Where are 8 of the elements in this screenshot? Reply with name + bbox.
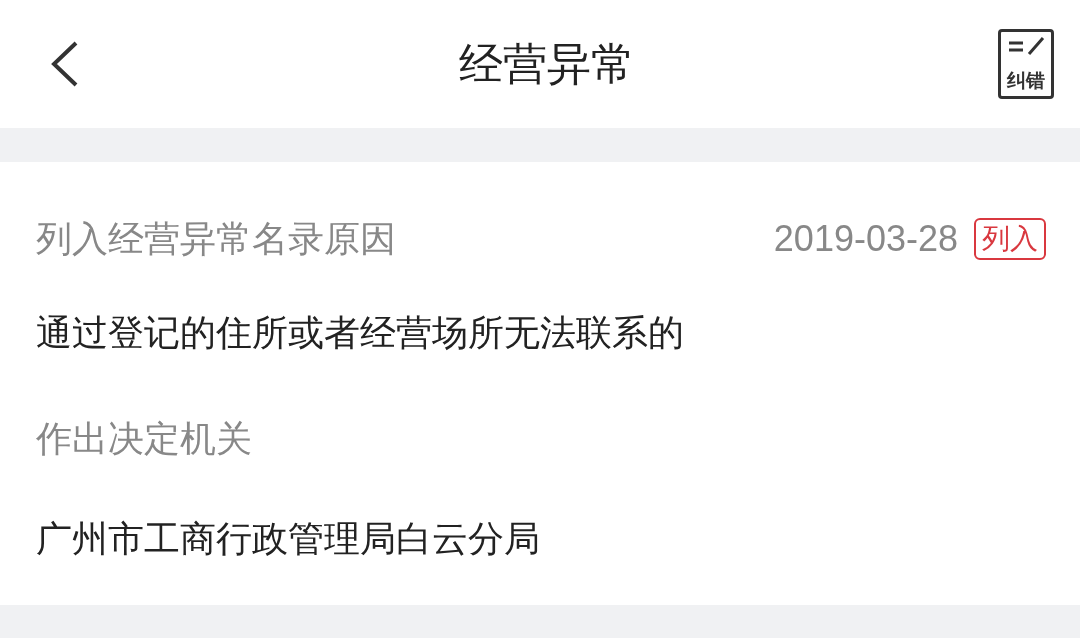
- field-value: 通过登记的住所或者经营场所无法联系的: [36, 311, 685, 355]
- field-value: 广州市工商行政管理局白云分局: [36, 517, 541, 561]
- page-title: 经营异常: [459, 37, 635, 91]
- field-label: 作出决定机关: [36, 417, 253, 461]
- report-error-button[interactable]: 纠错: [998, 29, 1054, 99]
- status-tag: 列入: [974, 218, 1046, 260]
- date-text: 2019-03-28: [773, 217, 958, 261]
- field-label: 列入经营异常名录原因: [36, 217, 396, 261]
